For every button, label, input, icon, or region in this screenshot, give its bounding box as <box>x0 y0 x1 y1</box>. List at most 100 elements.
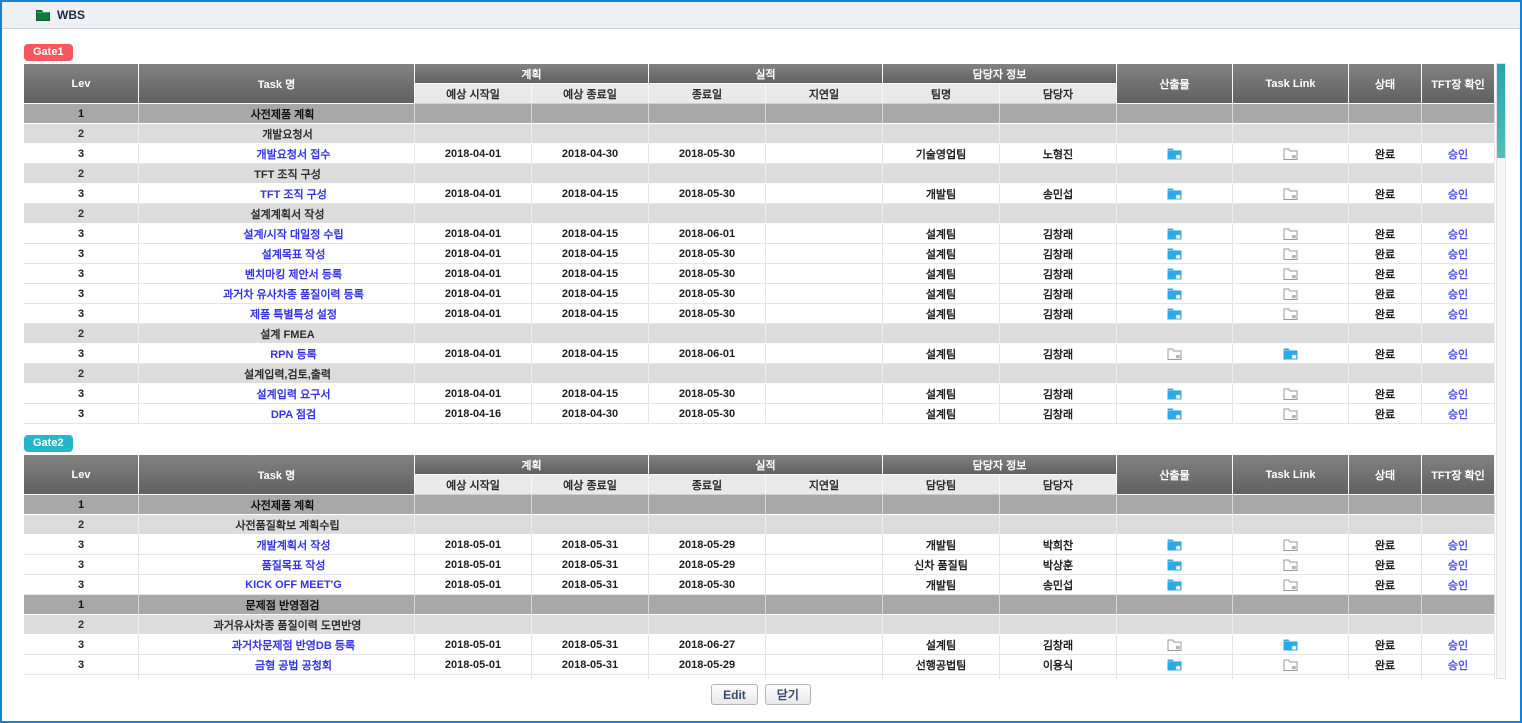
cell-delay <box>766 535 883 555</box>
approve-link[interactable]: 승인 <box>1448 560 1468 572</box>
cell-team: 설계팀 <box>883 244 1000 264</box>
approve-link[interactable]: 승인 <box>1448 249 1468 261</box>
task-link[interactable]: 제품 특별특성 설정 <box>216 309 337 321</box>
output-folder-icon[interactable] <box>1167 538 1182 551</box>
approve-link[interactable]: 승인 <box>1448 660 1468 672</box>
task-link[interactable]: 과거차문제점 반영DB 등록 <box>198 640 355 652</box>
task-link-folder-icon[interactable] <box>1283 307 1298 320</box>
task-link[interactable]: RPN 등록 <box>236 349 317 361</box>
task-link-folder-icon[interactable] <box>1283 407 1298 420</box>
task-link[interactable]: 과거차 유사차종 품질이력 등록 <box>189 289 364 301</box>
output-folder-icon[interactable] <box>1167 147 1182 160</box>
task-link[interactable]: 설계/시작 대일정 수립 <box>209 229 343 241</box>
cell-task-link <box>1233 575 1349 595</box>
cell-actual-end: 2018-05-30 <box>649 184 766 204</box>
task-link[interactable]: 설계목표 작성 <box>228 249 326 261</box>
approve-link[interactable]: 승인 <box>1448 229 1468 241</box>
approve-link[interactable]: 승인 <box>1448 269 1468 281</box>
output-folder-icon[interactable] <box>1167 578 1182 591</box>
task-link[interactable]: KICK OFF MEET'G <box>211 579 342 591</box>
task-link-folder-icon[interactable] <box>1283 287 1298 300</box>
cell-empty <box>1000 675 1117 679</box>
cell-output <box>1117 224 1233 244</box>
cell-task-link <box>1233 324 1349 344</box>
cell-actual-end: 2018-05-30 <box>649 284 766 304</box>
task-link-folder-icon[interactable] <box>1283 578 1298 591</box>
cell-tft-confirm: 승인 <box>1422 284 1495 304</box>
approve-link[interactable]: 승인 <box>1448 349 1468 361</box>
table-row: 3과거차문제점 반영DB 등록2018-05-012018-05-312018-… <box>24 635 1495 655</box>
approve-link[interactable]: 승인 <box>1448 149 1468 161</box>
task-link-folder-icon[interactable] <box>1283 147 1298 160</box>
approve-link[interactable]: 승인 <box>1448 189 1468 201</box>
task-link[interactable]: DPA 점검 <box>237 409 316 421</box>
cell-plan-end: 2018-04-15 <box>532 304 649 324</box>
table-row: 2사전품질확보 계획수립 <box>24 515 1495 535</box>
cell-tft-confirm: 승인 <box>1422 304 1495 324</box>
col-header-actual: 실적 <box>649 455 883 475</box>
output-folder-icon[interactable] <box>1167 407 1182 420</box>
approve-link[interactable]: 승인 <box>1448 540 1468 552</box>
cell-empty <box>883 675 1000 679</box>
cell-task: TFT 조직 구성 <box>139 164 415 184</box>
output-folder-icon[interactable] <box>1167 638 1182 651</box>
task-link-folder-icon[interactable] <box>1283 638 1298 651</box>
output-folder-icon[interactable] <box>1167 307 1182 320</box>
task-link-folder-icon[interactable] <box>1283 347 1298 360</box>
task-link-folder-icon[interactable] <box>1283 247 1298 260</box>
cell-task: 금형 공법 공청회 <box>139 655 415 675</box>
approve-link[interactable]: 승인 <box>1448 409 1468 421</box>
approve-link[interactable]: 승인 <box>1448 640 1468 652</box>
output-folder-icon[interactable] <box>1167 267 1182 280</box>
cell-status <box>1349 204 1422 224</box>
output-folder-icon[interactable] <box>1167 658 1182 671</box>
task-link[interactable]: 품질목표 작성 <box>228 560 326 572</box>
task-link-folder-icon[interactable] <box>1283 267 1298 280</box>
cell-delay <box>766 264 883 284</box>
task-link-folder-icon[interactable] <box>1283 538 1298 551</box>
col-header-plan: 계획 <box>415 455 649 475</box>
output-folder-icon[interactable] <box>1167 287 1182 300</box>
cell-lev: 1 <box>24 104 139 124</box>
vertical-scrollbar[interactable] <box>1496 63 1506 679</box>
cell-plan-end <box>532 515 649 535</box>
cell-plan-start <box>415 164 532 184</box>
cell-status: 완료 <box>1349 144 1422 164</box>
col-subheader-team: 담당팀 <box>883 475 1000 495</box>
task-link[interactable]: TFT 조직 구성 <box>226 189 327 201</box>
task-link[interactable]: 금형 공법 공청회 <box>221 660 332 672</box>
task-link-folder-icon[interactable] <box>1283 558 1298 571</box>
cell-task-link <box>1233 555 1349 575</box>
task-link[interactable]: 설계입력 요구서 <box>223 389 331 401</box>
cell-lev: 3 <box>24 244 139 264</box>
cell-actual-end: 2018-05-29 <box>649 535 766 555</box>
cell-plan-start <box>415 515 532 535</box>
output-folder-icon[interactable] <box>1167 387 1182 400</box>
edit-button[interactable]: Edit <box>711 684 758 705</box>
scrollbar-thumb[interactable] <box>1497 64 1505 158</box>
cell-task: 설계 FMEA <box>139 324 415 344</box>
task-link-folder-icon[interactable] <box>1283 187 1298 200</box>
output-folder-icon[interactable] <box>1167 558 1182 571</box>
approve-link[interactable]: 승인 <box>1448 289 1468 301</box>
approve-link[interactable]: 승인 <box>1448 389 1468 401</box>
approve-link[interactable]: 승인 <box>1448 309 1468 321</box>
cell-empty <box>649 675 766 679</box>
task-link-folder-icon[interactable] <box>1283 227 1298 240</box>
cell-plan-end: 2018-04-15 <box>532 284 649 304</box>
cell-task-link <box>1233 104 1349 124</box>
task-link[interactable]: 개발요청서 접수 <box>223 149 331 161</box>
task-link[interactable]: 개발계획서 작성 <box>223 540 331 552</box>
cell-person <box>1000 124 1117 144</box>
output-folder-icon[interactable] <box>1167 347 1182 360</box>
approve-link[interactable]: 승인 <box>1448 580 1468 592</box>
task-link-folder-icon[interactable] <box>1283 387 1298 400</box>
output-folder-icon[interactable] <box>1167 187 1182 200</box>
output-folder-icon[interactable] <box>1167 247 1182 260</box>
output-folder-icon[interactable] <box>1167 227 1182 240</box>
task-link-folder-icon[interactable] <box>1283 658 1298 671</box>
cell-tft-confirm <box>1422 124 1495 144</box>
task-link[interactable]: 벤치마킹 제안서 등록 <box>211 269 342 281</box>
gates-container: Gate1LevTask 명계획실적담당자 정보산출물Task Link상태TF… <box>2 38 1507 679</box>
close-button[interactable]: 닫기 <box>765 684 811 705</box>
